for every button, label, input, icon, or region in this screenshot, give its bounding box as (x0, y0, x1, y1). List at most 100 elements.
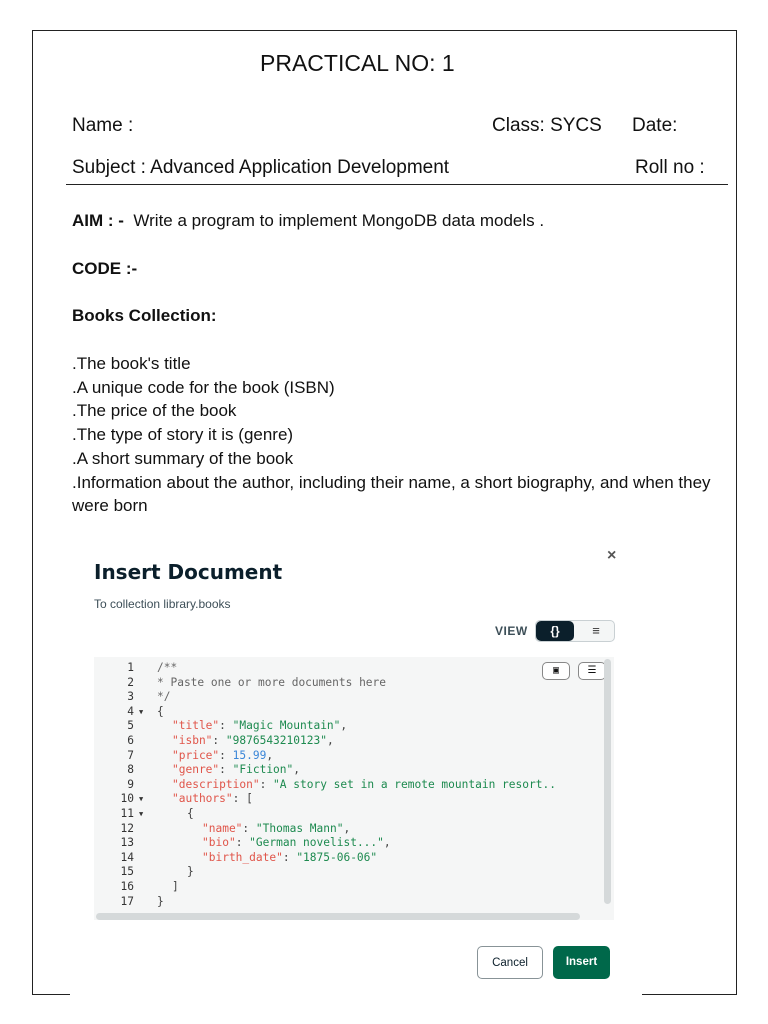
collection-heading: Books Collection: (72, 306, 217, 325)
fold-toggle-icon[interactable]: ▼ (139, 795, 143, 803)
list-item: .The book's title (72, 354, 191, 373)
view-label: VIEW (495, 624, 528, 638)
code-token: "9876543210123" (225, 734, 327, 747)
code-token: */ (157, 690, 171, 704)
code-line: ] (157, 880, 179, 893)
list-item: .A short summary of the book (72, 448, 294, 468)
code-token: "Thomas Mann" (255, 821, 344, 835)
code-token: "title" (172, 719, 220, 733)
code-token: * Paste one or more documents here (157, 675, 387, 689)
close-icon[interactable]: × (607, 547, 616, 565)
json-view-button[interactable]: {} (536, 621, 574, 641)
fold-toggle-icon[interactable]: ▼ (139, 708, 143, 716)
line-number: 10 (120, 792, 134, 806)
subject-label: Subject : Advanced Application Developme… (72, 157, 450, 178)
list-item: .A unique code for the book (ISBN) (72, 377, 335, 397)
name-label: Name : (72, 115, 134, 136)
code-token: : (242, 821, 256, 835)
list-item: .Information about the author, including… (72, 472, 711, 516)
fold-toggle-icon[interactable]: ▼ (139, 810, 143, 818)
code-token: : (212, 734, 226, 747)
code-line: * Paste one or more documents here (157, 676, 386, 689)
code-token: "genre" (172, 763, 220, 777)
line-number: 2 (127, 675, 134, 689)
line-number: 7 (127, 748, 134, 762)
code-line: "isbn": "9876543210123", (157, 734, 334, 747)
modal-title: Insert Document (94, 560, 283, 584)
code-token: "bio" (202, 836, 236, 850)
line-number: 6 (127, 734, 134, 747)
code-line: "authors": [ (157, 792, 253, 805)
horizontal-scrollbar[interactable] (96, 913, 580, 920)
code-token: } (187, 865, 194, 879)
insert-document-modal: Insert Document To collection library.bo… (70, 527, 642, 1005)
header-divider (66, 184, 728, 185)
code-line: /** (157, 661, 177, 674)
aim: AIM : - Write a program to implement Mon… (72, 211, 544, 231)
code-token: "price" (172, 748, 220, 762)
code-token: "isbn" (172, 734, 213, 747)
code-token: "authors" (172, 792, 233, 806)
copy-icon[interactable]: ▣ (542, 662, 570, 680)
code-token: : (219, 763, 233, 777)
class-label: Class: SYCS (492, 115, 602, 136)
vertical-scrollbar[interactable] (604, 659, 611, 904)
code-editor[interactable]: 1 /** 2 * Paste one or more documents here 3… (94, 657, 614, 920)
code-token: : (282, 850, 297, 864)
list-item: .The type of story it is (genre) (72, 425, 294, 445)
code-token: "German novelist..." (249, 836, 384, 850)
code-line: "bio": "German novelist...", (157, 836, 391, 849)
date-label: Date: (632, 115, 678, 136)
code-token: : (235, 836, 250, 850)
code-token: , (266, 748, 274, 762)
code-token: "Magic Mountain" (232, 719, 341, 733)
aim-label: AIM : - (72, 211, 124, 230)
line-number: 9 (127, 777, 134, 791)
code-token: , (383, 836, 391, 850)
code-token: } (157, 894, 164, 908)
line-number: 15 (120, 865, 134, 879)
code-token: "1875-06-06" (296, 850, 378, 864)
modal-subtitle: To collection library.books (94, 597, 231, 611)
code-token: , (340, 719, 348, 733)
code-line: "price": 15.99, (157, 749, 273, 762)
code-token: /** (157, 661, 178, 674)
code-token: { (187, 807, 194, 820)
line-number: 5 (127, 719, 134, 733)
format-icon[interactable]: ☰ (578, 662, 606, 680)
insert-button[interactable]: Insert (553, 946, 610, 979)
code-line: } (157, 895, 164, 908)
code-token: , (293, 763, 301, 777)
code-line: } (157, 865, 194, 878)
code-token: "A story set in a remote mountain resort… (273, 777, 556, 791)
roll-label: Roll no : (635, 157, 705, 178)
line-number: 13 (120, 836, 134, 850)
aim-text: Write a program to implement MongoDB dat… (133, 211, 545, 230)
code-heading: CODE :- (72, 259, 138, 278)
field-list: .The book's title .A unique code for the… (72, 352, 722, 518)
line-number: 3 (127, 690, 134, 704)
line-number: 14 (120, 850, 134, 864)
view-toggle: {} ≡ (535, 620, 615, 642)
cancel-button[interactable]: Cancel (477, 946, 543, 979)
code-token: "birth_date" (202, 850, 283, 864)
code-token: "name" (202, 821, 243, 835)
code-token: : (219, 748, 233, 762)
list-item: .The price of the book (72, 401, 237, 421)
code-token: "description" (172, 777, 260, 791)
code-token: , (326, 734, 334, 747)
line-number: 4 (127, 704, 134, 718)
code-line: "title": "Magic Mountain", (157, 719, 347, 732)
code-line: */ (157, 690, 170, 703)
line-number: 8 (127, 763, 134, 777)
line-number: 11 (120, 807, 134, 820)
line-number: 16 (120, 880, 134, 893)
code-line: { (157, 705, 164, 718)
line-number: 12 (120, 821, 134, 835)
code-line: "genre": "Fiction", (157, 763, 300, 776)
code-line: { (157, 807, 194, 820)
list-view-button[interactable]: ≡ (578, 621, 614, 641)
practical-title: PRACTICAL NO: 1 (260, 50, 455, 76)
line-number: 17 (120, 894, 134, 908)
code-token: : (219, 719, 233, 733)
